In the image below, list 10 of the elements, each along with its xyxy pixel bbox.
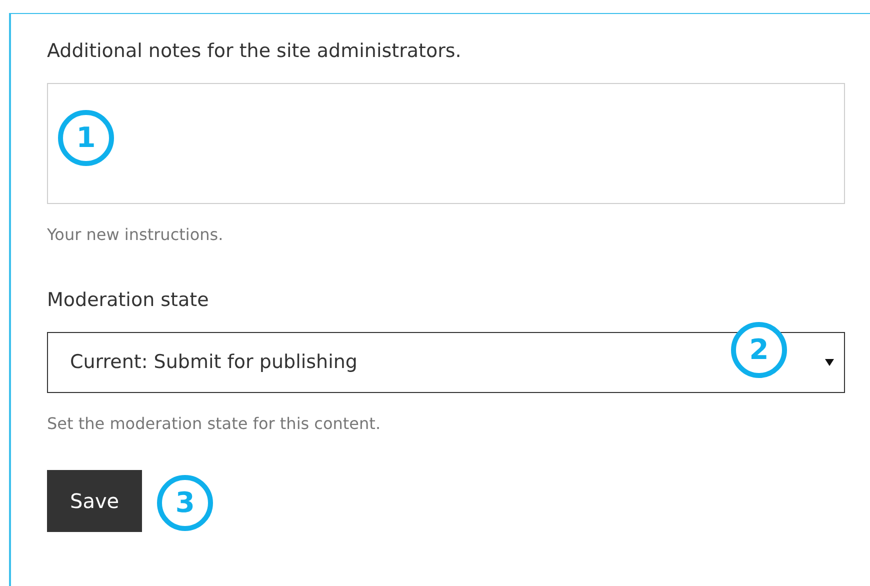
caret-icon (825, 359, 834, 366)
callout-number: 3 (157, 475, 214, 531)
save-button[interactable]: Save (47, 470, 142, 532)
help-text: Set the moderation state for this content. (47, 413, 382, 435)
notes-field[interactable] (47, 83, 845, 204)
field-label: Additional notes for the site administrators. (47, 39, 462, 64)
help-text: Your new instructions. (47, 224, 224, 246)
field-label: Moderation state (47, 288, 210, 313)
callout-number: 2 (731, 322, 787, 378)
callout-number: 1 (58, 110, 114, 166)
